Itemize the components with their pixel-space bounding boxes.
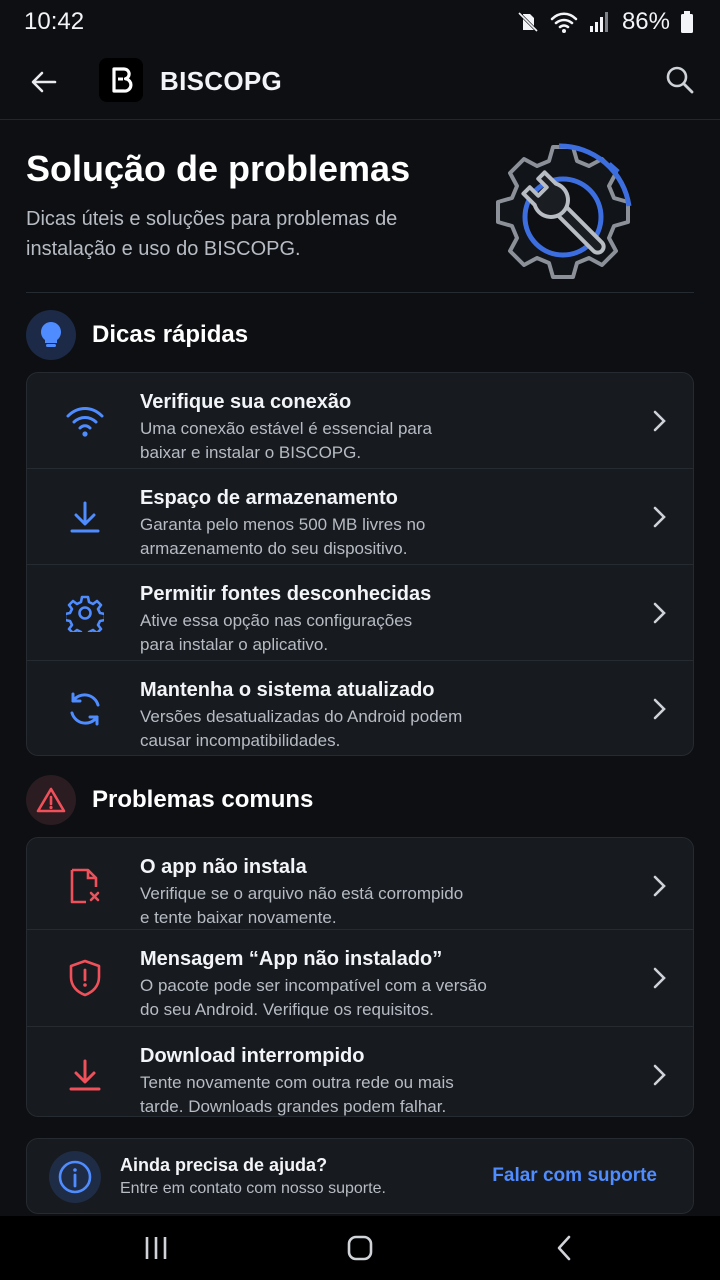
- download-icon: [63, 495, 107, 539]
- contact-support-link[interactable]: Falar com suporte: [492, 1165, 657, 1187]
- download-icon: [63, 1053, 107, 1097]
- problem-row-app-not-installed[interactable]: Mensagem “App não instalado” O pacote po…: [27, 930, 693, 1027]
- tip-description: Uma conexão estável é essencial para baix…: [140, 419, 432, 462]
- battery-icon: [681, 11, 693, 33]
- nav-back-button[interactable]: [548, 1232, 580, 1264]
- tip-description: Garanta pelo menos 500 MB livres no armaz…: [140, 515, 426, 558]
- gear-icon: [63, 591, 107, 635]
- page-subtitle: Dicas úteis e soluções para problemas de…: [26, 208, 398, 260]
- chevron-right-icon: [645, 407, 673, 435]
- tip-row-connection[interactable]: Verifique sua conexão Uma conexão estáve…: [27, 373, 693, 469]
- arrow-left-icon: [31, 71, 57, 93]
- search-icon: [666, 66, 694, 94]
- help-title: Ainda precisa de ajuda?: [120, 1155, 328, 1175]
- signal-icon: [589, 12, 608, 32]
- help-banner: Ainda precisa de ajuda? Entre em contato…: [26, 1138, 694, 1214]
- app-bar: BISCOPG: [0, 44, 720, 120]
- problem-row-not-installing[interactable]: O app não instala Verifique se o arquivo…: [27, 838, 693, 930]
- tip-title: Mantenha o sistema atualizado: [140, 679, 435, 701]
- search-button[interactable]: [662, 62, 698, 98]
- quick-tips-header: Dicas rápidas: [26, 310, 248, 360]
- tip-title: Espaço de armazenamento: [140, 487, 398, 509]
- help-subtitle: Entre em contato com nosso suporte.: [120, 1180, 386, 1197]
- recent-apps-icon: [145, 1237, 167, 1259]
- tip-row-system-update[interactable]: Mantenha o sistema atualizado Versões de…: [27, 661, 693, 755]
- biscopg-logo-icon: [112, 67, 133, 93]
- tip-row-unknown-sources[interactable]: Permitir fontes desconhecidas Ative essa…: [27, 565, 693, 661]
- lightbulb-icon: [26, 310, 76, 360]
- wifi-status-icon: [550, 12, 578, 33]
- problem-description: O pacote pode ser incompatível com a ver…: [140, 976, 487, 1019]
- chevron-right-icon: [645, 503, 673, 531]
- chevron-right-icon: [645, 599, 673, 627]
- problem-description: Tente novamente com outra rede ou mais ta…: [140, 1073, 454, 1116]
- status-time: 10:42: [24, 8, 85, 35]
- hero-divider: [26, 292, 694, 293]
- home-icon: [347, 1235, 373, 1261]
- common-problems-card: O app não instala Verifique se o arquivo…: [26, 837, 694, 1117]
- app-title: BISCOPG: [160, 66, 283, 96]
- mute-vibrate-icon: [517, 11, 539, 33]
- info-icon: [49, 1151, 101, 1203]
- status-bar: 10:42 86%: [0, 0, 720, 44]
- back-button[interactable]: [26, 64, 62, 100]
- common-problems-title: Problemas comuns: [92, 786, 314, 813]
- problem-title: O app não instala: [140, 856, 307, 878]
- chevron-right-icon: [645, 964, 673, 992]
- file-error-icon: [63, 864, 107, 908]
- tip-description: Ative essa opção nas configurações para i…: [140, 611, 413, 654]
- problem-title: Download interrompido: [140, 1045, 365, 1067]
- system-nav-bar: [0, 1216, 720, 1280]
- tip-title: Verifique sua conexão: [140, 391, 352, 413]
- problem-description: Verifique se o arquivo não está corrompi…: [140, 884, 464, 927]
- problem-title: Mensagem “App não instalado”: [140, 948, 443, 970]
- recent-apps-button[interactable]: [140, 1232, 172, 1264]
- chevron-right-icon: [645, 872, 673, 900]
- chevron-right-icon: [645, 1061, 673, 1089]
- common-problems-header: Problemas comuns: [26, 775, 313, 825]
- tip-row-storage[interactable]: Espaço de armazenamento Garanta pelo men…: [27, 469, 693, 565]
- problem-row-download-interrupted[interactable]: Download interrompido Tente novamente co…: [27, 1027, 693, 1116]
- nav-back-icon: [557, 1235, 571, 1261]
- warning-triangle-icon: [26, 775, 76, 825]
- page-title: Solução de problemas: [26, 148, 411, 189]
- tip-description: Versões desatualizadas do Android podem c…: [140, 707, 463, 750]
- wifi-icon: [63, 399, 107, 443]
- gear-wrench-illustration-icon: [496, 143, 632, 279]
- hero-section: Solução de problemas Dicas úteis e soluç…: [0, 120, 720, 292]
- battery-percent: 86%: [621, 8, 670, 35]
- chevron-right-icon: [645, 695, 673, 723]
- tip-title: Permitir fontes desconhecidas: [140, 583, 432, 605]
- refresh-icon: [63, 687, 107, 731]
- status-icons: 86%: [516, 8, 694, 36]
- quick-tips-title: Dicas rápidas: [92, 321, 249, 348]
- home-button[interactable]: [344, 1232, 376, 1264]
- quick-tips-card: Verifique sua conexão Uma conexão estáve…: [26, 372, 694, 756]
- app-logo: [99, 58, 143, 102]
- shield-alert-icon: [63, 956, 107, 1000]
